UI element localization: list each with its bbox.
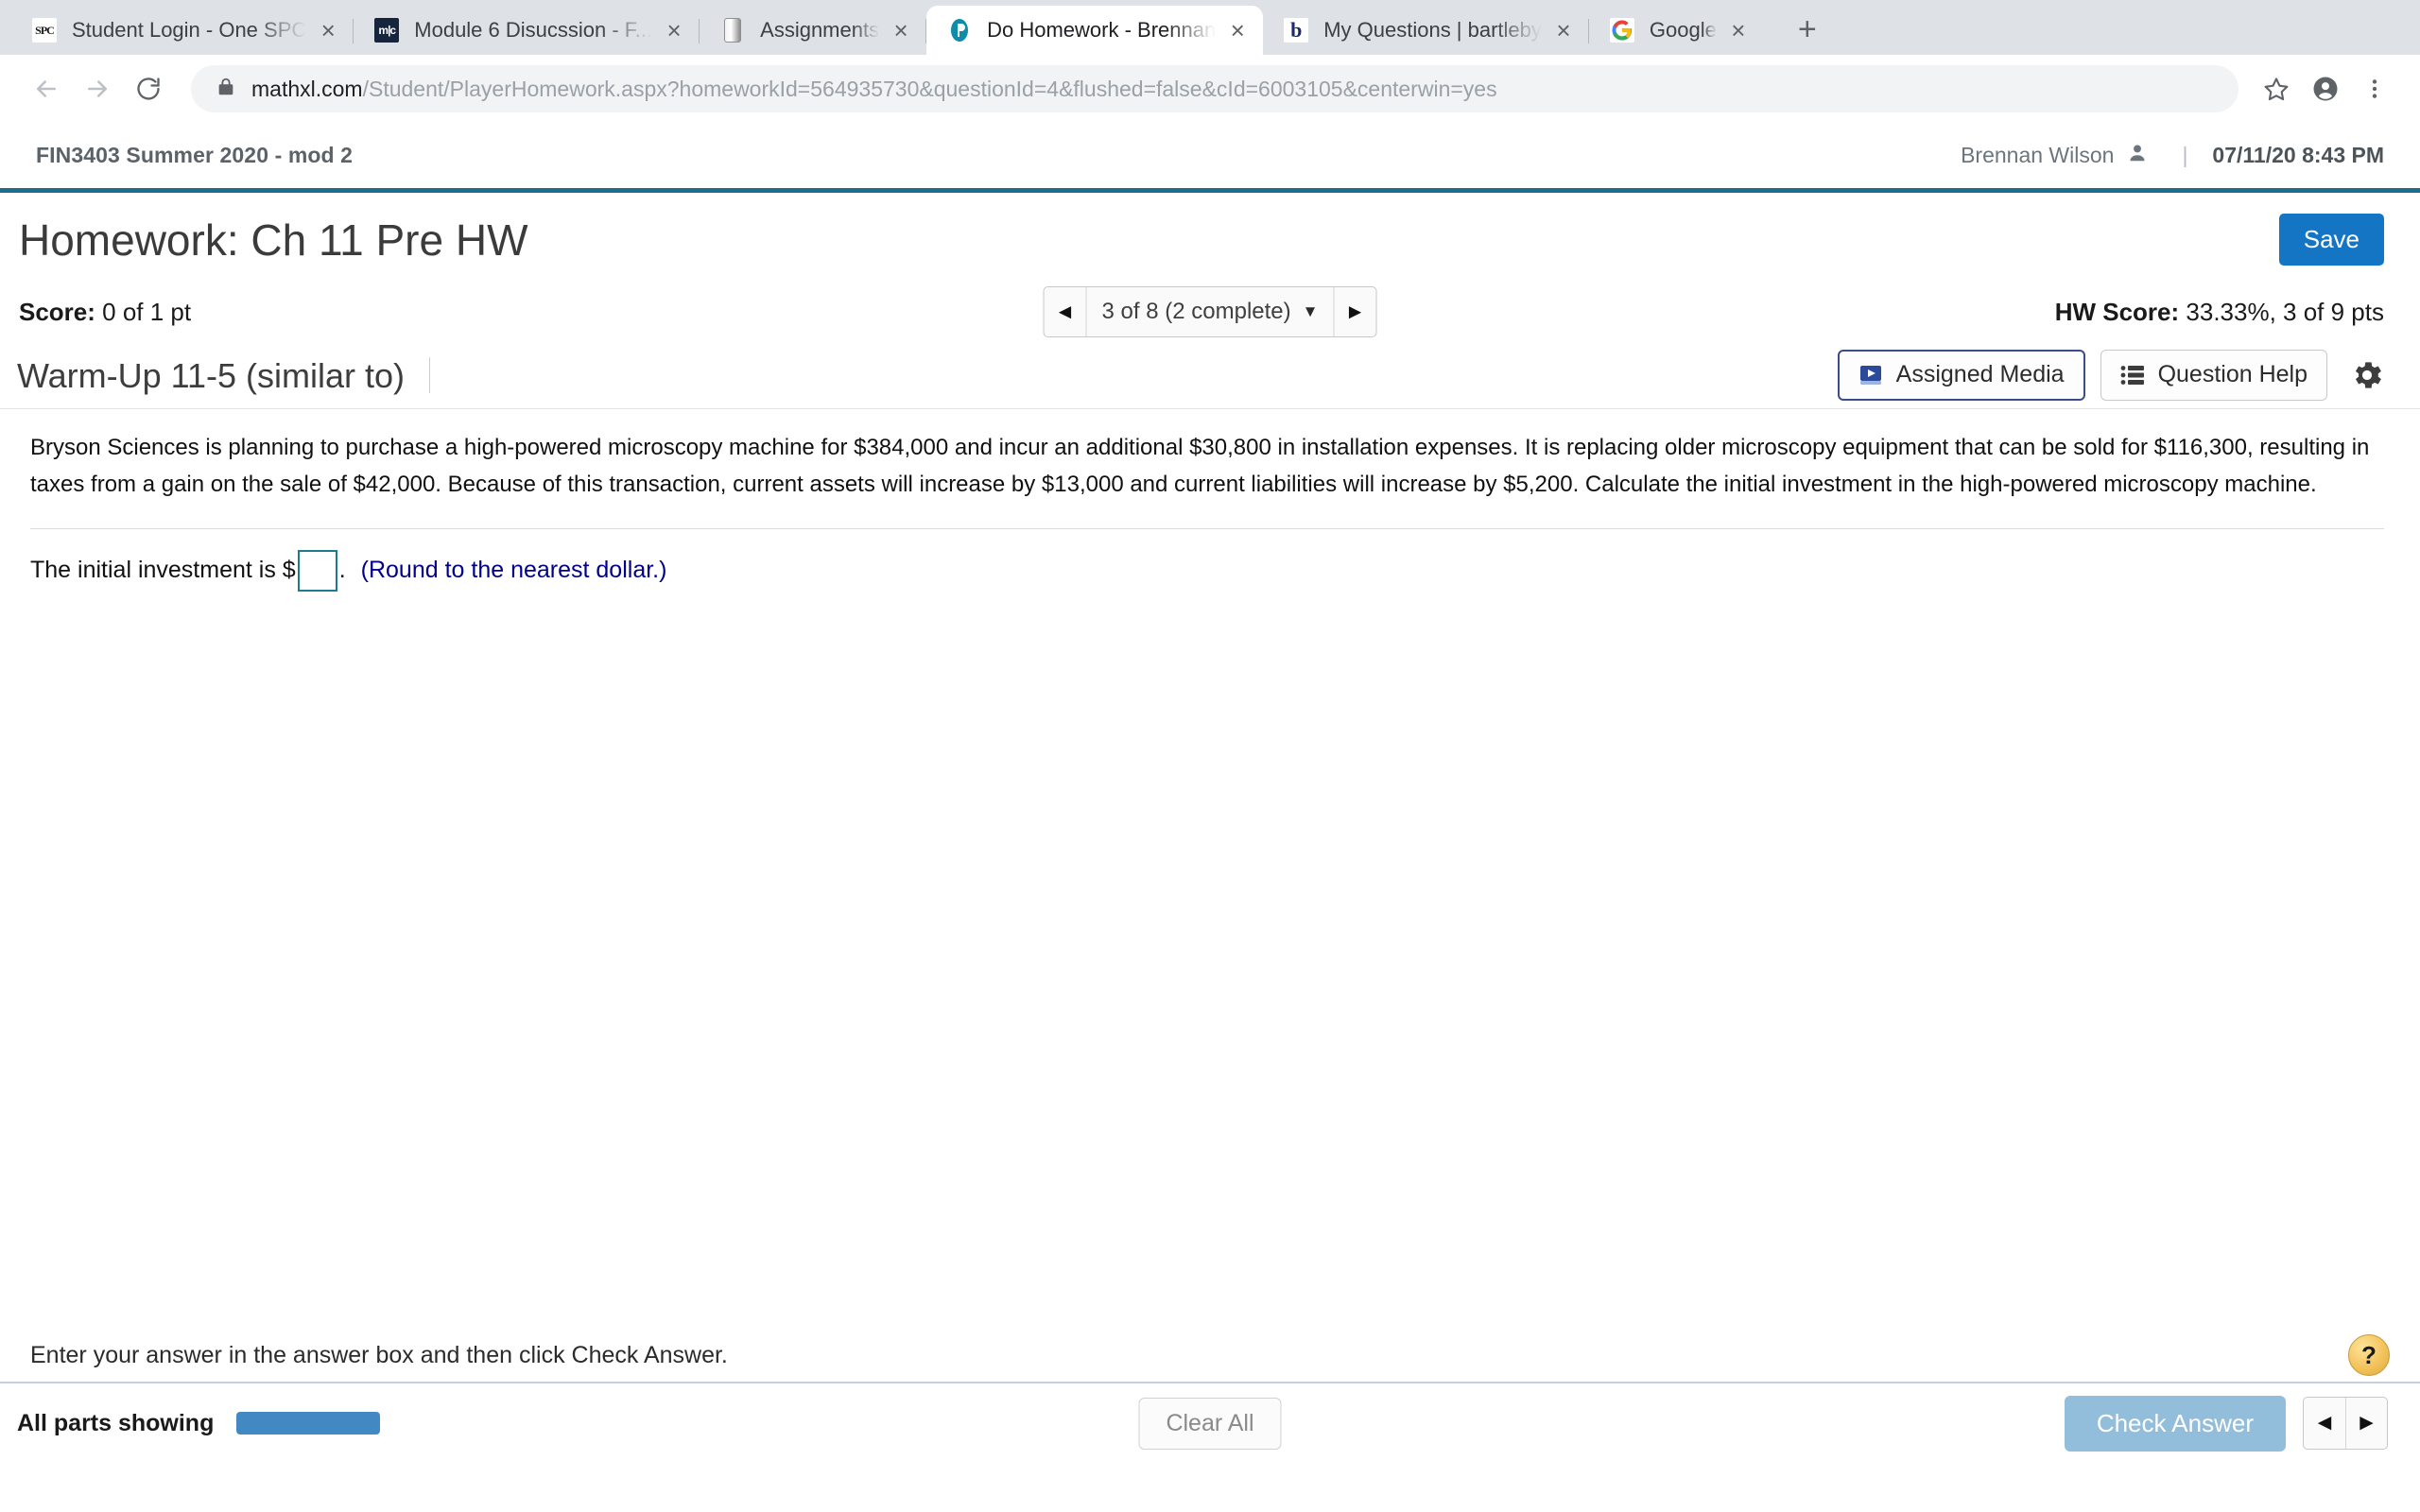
answer-prefix-label: The initial investment is $ (30, 557, 296, 584)
star-icon[interactable] (2252, 64, 2301, 113)
assigned-media-button[interactable]: Assigned Media (1837, 349, 2085, 401)
tab-close-icon[interactable]: × (1542, 9, 1585, 52)
new-tab-button[interactable]: + (1785, 7, 1830, 52)
spc-icon: SPC (32, 18, 57, 43)
prev-part-button[interactable]: ◄ (2304, 1398, 2345, 1449)
homework-title-row: Homework: Ch 11 Pre HW Save (0, 193, 2420, 283)
tab-close-icon[interactable]: × (1717, 9, 1760, 52)
exercise-name: Warm-Up 11-5 (similar to) (17, 356, 431, 393)
google-icon (1609, 18, 1634, 43)
pearson-icon (947, 18, 972, 43)
bottom-toolbar: All parts showing Clear All Check Answer… (0, 1382, 2420, 1463)
url-text: mathxl.com/Student/PlayerHomework.aspx?h… (251, 77, 1497, 102)
score-row: Score: 0 of 1 pt ◄ 3 of 8 (2 complete) ▼… (0, 283, 2420, 341)
mathxl-page: FIN3403 Summer 2020 - mod 2 Brennan Wils… (0, 123, 2420, 1512)
score-value: 0 of 1 pt (102, 297, 192, 326)
tab-title: Assignments (760, 18, 880, 42)
question-help-button[interactable]: Question Help (2100, 349, 2327, 401)
browser-tab-assignments[interactable]: Assignments × (700, 6, 927, 55)
user-name: Brennan Wilson (1961, 143, 2115, 167)
tab-close-icon[interactable]: × (1216, 9, 1259, 52)
answer-input[interactable] (297, 549, 337, 592)
back-arrow-icon[interactable] (21, 63, 72, 114)
person-icon[interactable] (2127, 143, 2148, 169)
exercise-bar: Warm-Up 11-5 (similar to) Assigned Media… (0, 341, 2420, 409)
tab-close-icon[interactable]: × (879, 9, 923, 52)
tab-title: Do Homework - Brennan (987, 18, 1217, 42)
tab-title: My Questions | bartleby (1323, 18, 1542, 42)
tab-strip: SPC Student Login - One SPC × m|c Module… (0, 0, 2420, 55)
forward-arrow-icon[interactable] (72, 63, 123, 114)
caret-down-icon[interactable]: ▼ (1303, 302, 1319, 321)
footer-hint-row: Enter your answer in the answer box and … (0, 1334, 2420, 1376)
bartleby-icon: b (1284, 18, 1309, 43)
clear-all-button[interactable]: Clear All (1138, 1397, 1282, 1450)
check-answer-button[interactable]: Check Answer (2064, 1395, 2286, 1452)
media-play-icon (1858, 363, 1883, 387)
page-content: Homework: Ch 11 Pre HW Save Score: 0 of … (0, 193, 2420, 1463)
course-title: FIN3403 Summer 2020 - mod 2 (36, 143, 354, 167)
tab-title: Student Login - One SPC (72, 18, 307, 42)
next-part-button[interactable]: ► (2345, 1398, 2387, 1449)
app-header-right: Brennan Wilson | 07/11/20 8:43 PM (1961, 143, 2384, 169)
question-help-label: Question Help (2157, 361, 2308, 387)
url-path: /Student/PlayerHomework.aspx?homeworkId=… (362, 76, 1497, 101)
save-button[interactable]: Save (2278, 214, 2384, 266)
answer-row: The initial investment is $ . (Round to … (30, 529, 2384, 592)
browser-toolbar: mathxl.com/Student/PlayerHomework.aspx?h… (0, 55, 2420, 123)
score-display: Score: 0 of 1 pt (19, 298, 191, 327)
browser-tab-google[interactable]: Google × (1589, 6, 1764, 55)
browser-tab-module-6[interactable]: m|c Module 6 Disucssion - F... × (354, 6, 700, 55)
header-divider: | (2182, 143, 2188, 167)
list-icon (2120, 365, 2145, 386)
question-position-label: 3 of 8 (2 complete) (1101, 299, 1291, 324)
parts-showing-label: All parts showing (17, 1409, 215, 1436)
page-title: Homework: Ch 11 Pre HW (19, 215, 528, 265)
gear-icon[interactable] (2346, 354, 2388, 396)
lock-icon (216, 76, 236, 103)
answer-suffix-label: . (338, 557, 346, 584)
instruction-text: Enter your answer in the answer box and … (30, 1341, 728, 1368)
score-label: Score: (19, 297, 95, 326)
question-selector[interactable]: 3 of 8 (2 complete) ▼ (1085, 287, 1335, 336)
url-domain: mathxl.com (251, 76, 363, 101)
browser-tab-student-login[interactable]: SPC Student Login - One SPC × (11, 6, 354, 55)
hw-score-value: 33.33%, 3 of 9 pts (2186, 297, 2384, 326)
browser-tab-bartleby[interactable]: b My Questions | bartleby × (1263, 6, 1589, 55)
app-header: FIN3403 Summer 2020 - mod 2 Brennan Wils… (0, 123, 2420, 193)
help-icon[interactable]: ? (2348, 1334, 2390, 1376)
hw-score-label: HW Score: (2054, 297, 2180, 326)
tab-title: Module 6 Disucssion - F... (414, 18, 653, 42)
progress-bar (236, 1412, 381, 1435)
prev-question-button[interactable]: ◄ (1045, 287, 1086, 336)
browser-tab-do-homework[interactable]: Do Homework - Brennan × (926, 6, 1264, 55)
tab-close-icon[interactable]: × (306, 9, 350, 52)
reload-icon[interactable] (123, 63, 174, 114)
rounding-note: (Round to the nearest dollar.) (360, 557, 667, 584)
tab-close-icon[interactable]: × (652, 9, 696, 52)
question-text: Bryson Sciences is planning to purchase … (30, 435, 2370, 497)
timestamp: 07/11/20 8:43 PM (2212, 143, 2384, 167)
account-icon[interactable] (2301, 64, 2350, 113)
exercise-actions: Assigned Media Question Help (1823, 349, 2388, 401)
question-navigator: ◄ 3 of 8 (2 complete) ▼ ► (1043, 286, 1377, 337)
part-navigation: ◄ ► (2303, 1397, 2388, 1450)
browser-chrome: SPC Student Login - One SPC × m|c Module… (0, 0, 2420, 123)
document-icon (724, 18, 742, 43)
next-question-button[interactable]: ► (1334, 287, 1375, 336)
question-body: Bryson Sciences is planning to purchase … (0, 409, 2420, 592)
three-dot-menu-icon[interactable] (2350, 64, 2399, 113)
tab-title: Google (1649, 18, 1717, 42)
hw-score-display: HW Score: 33.33%, 3 of 9 pts (2055, 298, 2384, 327)
address-bar[interactable]: mathxl.com/Student/PlayerHomework.aspx?h… (191, 65, 2238, 112)
mdc-icon: m|c (374, 18, 400, 43)
assigned-media-label: Assigned Media (1895, 361, 2065, 387)
bottom-right-actions: Check Answer ◄ ► (2064, 1395, 2388, 1452)
